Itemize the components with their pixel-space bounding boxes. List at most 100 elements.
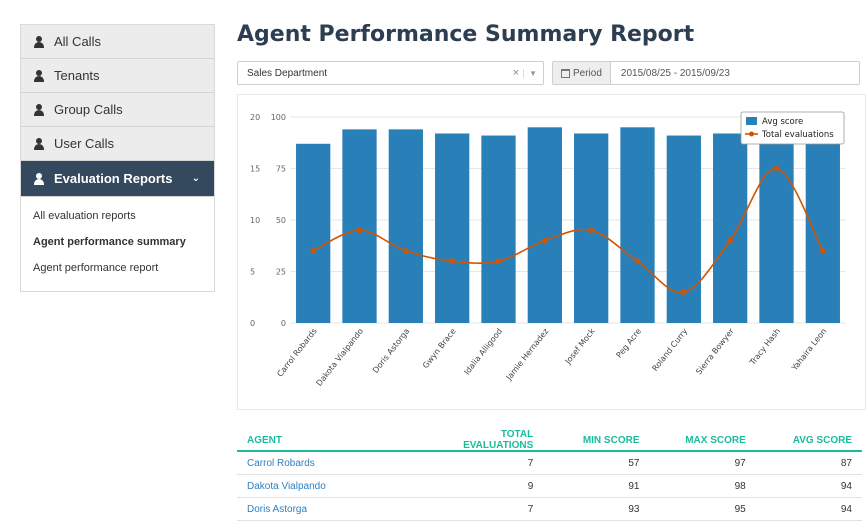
point-total-evaluations — [820, 248, 826, 254]
column-header-total-evaluations[interactable]: TOTAL EVALUATIONS — [437, 429, 543, 451]
legend-label-avg-score: Avg score — [762, 117, 803, 127]
bar-avg-score — [759, 137, 794, 323]
agent-link[interactable]: Dakota Vialpando — [247, 481, 326, 492]
column-header-avg-score[interactable]: AVG SCORE — [756, 435, 862, 446]
category-tick-label: Jamie Hernadez — [504, 327, 550, 383]
category-tick-label: Sierra Bowyer — [694, 326, 736, 376]
page-title: Agent Performance Summary Report — [237, 22, 695, 47]
table-row: Carrol Robards 7 57 97 87 — [237, 452, 862, 475]
sidebar: All Calls Tenants Group Calls User Calls… — [20, 24, 215, 292]
left-axis-tick-label: 20 — [250, 113, 260, 122]
submenu-item-agent-performance-summary[interactable]: Agent performance summary — [21, 229, 214, 255]
point-total-evaluations — [449, 258, 455, 264]
left-axis-tick-label: 5 — [250, 268, 255, 277]
bar-avg-score — [342, 129, 377, 323]
period-label: Period — [553, 62, 611, 84]
table-header-row: AGENT TOTAL EVALUATIONS MIN SCORE MAX SC… — [237, 429, 862, 452]
agent-link[interactable]: Carrol Robards — [247, 458, 315, 469]
table-row: Doris Astorga 7 93 95 94 — [237, 498, 862, 521]
point-total-evaluations — [356, 227, 363, 234]
category-tick-label: Josef Mock — [563, 326, 597, 366]
right-axis-tick-label: 50 — [276, 216, 286, 225]
right-axis-tick-label: 75 — [276, 165, 286, 174]
legend-marker-total-evaluations — [749, 131, 754, 137]
cell-total-evaluations: 7 — [527, 503, 534, 515]
sidebar-item-all-calls[interactable]: All Calls — [21, 25, 214, 59]
chart-container: 0 0 5 25 10 50 15 75 20 100 Carrol Robards Dakota V… — [237, 94, 866, 410]
cell-min-score: 57 — [628, 457, 640, 469]
sidebar-item-label: User Calls — [54, 136, 114, 151]
caret-down-icon[interactable]: ▼ — [523, 68, 537, 78]
sidebar-item-group-calls[interactable]: Group Calls — [21, 93, 214, 127]
point-total-evaluations — [773, 165, 780, 172]
right-axis-tick-label: 100 — [271, 113, 286, 122]
sidebar-item-tenants[interactable]: Tenants — [21, 59, 214, 93]
category-tick-label: Carrol Robards — [275, 327, 318, 379]
user-icon — [33, 69, 45, 82]
period-picker[interactable]: Period 2015/08/25 - 2015/09/23 — [552, 61, 860, 85]
user-icon — [33, 103, 45, 116]
submenu-item-all-evaluation-reports[interactable]: All evaluation reports — [21, 203, 214, 229]
cell-avg-score: 94 — [840, 503, 852, 515]
sidebar-item-label: Tenants — [54, 68, 100, 83]
point-total-evaluations — [403, 248, 409, 254]
user-icon — [33, 137, 45, 150]
agent-table: AGENT TOTAL EVALUATIONS MIN SCORE MAX SC… — [237, 429, 862, 521]
point-total-evaluations — [495, 258, 502, 264]
sidebar-item-label: Evaluation Reports — [54, 171, 173, 186]
point-total-evaluations — [310, 248, 316, 254]
point-total-evaluations — [588, 227, 594, 234]
bar-avg-score — [388, 129, 423, 323]
period-label-text: Period — [573, 67, 602, 79]
right-axis-tick-label: 0 — [281, 319, 286, 328]
user-icon — [33, 172, 45, 185]
bar-avg-score — [481, 135, 516, 323]
bar-avg-score — [620, 127, 655, 323]
submenu-item-agent-performance-report[interactable]: Agent performance report — [21, 255, 214, 281]
category-tick-label: Idalia Alligood — [462, 327, 504, 377]
column-header-min-score[interactable]: MIN SCORE — [543, 435, 649, 446]
bar-avg-score — [713, 133, 748, 323]
sidebar-item-evaluation-reports[interactable]: Evaluation Reports ⌄ — [21, 161, 214, 197]
cell-total-evaluations: 7 — [527, 457, 534, 469]
period-value[interactable]: 2015/08/25 - 2015/09/23 — [611, 62, 730, 84]
point-total-evaluations — [634, 258, 641, 264]
agent-link[interactable]: Doris Astorga — [247, 504, 307, 515]
bar-avg-score — [805, 133, 840, 323]
column-header-max-score[interactable]: MAX SCORE — [650, 435, 756, 446]
bar-avg-score — [435, 133, 470, 323]
cell-max-score: 97 — [734, 457, 746, 469]
category-tick-label: Gwyn Brace — [421, 327, 458, 370]
left-axis-tick-label: 15 — [250, 165, 260, 174]
bar-avg-score — [296, 143, 331, 323]
cell-total-evaluations: 9 — [527, 480, 534, 492]
cell-avg-score: 87 — [840, 457, 852, 469]
performance-chart: 0 0 5 25 10 50 15 75 20 100 Carrol RobardsDakota V… — [250, 111, 846, 388]
sidebar-item-label: Group Calls — [54, 102, 123, 117]
clear-icon[interactable]: × — [513, 67, 519, 79]
cell-min-score: 93 — [628, 503, 640, 515]
left-axis-tick-label: 0 — [250, 319, 255, 328]
user-icon — [33, 35, 45, 48]
point-total-evaluations — [727, 237, 733, 244]
legend-label-total-evaluations: Total evaluations — [761, 130, 834, 140]
point-total-evaluations — [542, 237, 548, 244]
left-axis-tick-label: 10 — [250, 216, 260, 225]
chevron-down-icon: ⌄ — [191, 173, 200, 184]
column-header-agent[interactable]: AGENT — [237, 435, 437, 446]
category-tick-label: Peg Acre — [615, 327, 644, 360]
sidebar-item-label: All Calls — [54, 34, 101, 49]
department-select[interactable]: Sales Department × ▼ — [237, 61, 544, 85]
category-tick-label: Yahaira Leon — [789, 327, 828, 373]
cell-max-score: 98 — [734, 480, 746, 492]
cell-min-score: 91 — [628, 480, 640, 492]
bar-avg-score — [527, 127, 562, 323]
category-tick-label: Dakota Vialpando — [315, 327, 366, 388]
category-tick-label: Roland Curry — [650, 326, 689, 373]
category-tick-label: Tracy Hash — [747, 327, 782, 368]
cell-max-score: 95 — [734, 503, 746, 515]
point-total-evaluations — [681, 289, 687, 295]
department-value: Sales Department — [247, 67, 328, 79]
calendar-icon — [561, 68, 570, 78]
sidebar-item-user-calls[interactable]: User Calls — [21, 127, 214, 161]
